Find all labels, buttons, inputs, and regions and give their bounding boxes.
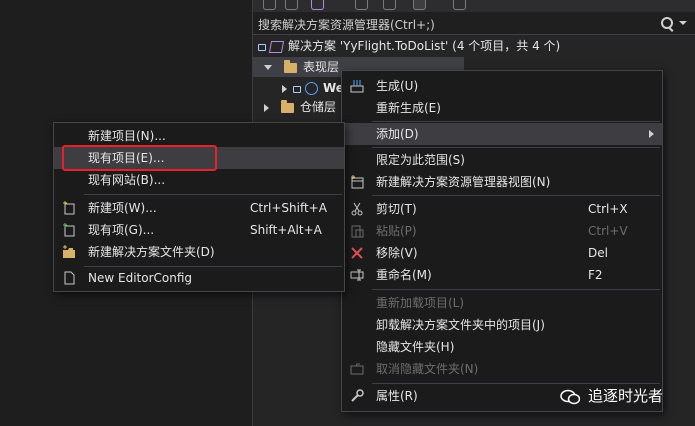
menu-item-unhide-folders[interactable]: 取消隐藏文件夹(N) <box>342 358 662 380</box>
watermark: 追逐时光者 <box>560 384 663 408</box>
menu-item-label: 新建解决方案资源管理器视图(N) <box>376 175 551 189</box>
search-input[interactable]: 搜索解决方案资源管理器(Ctrl+;) <box>258 16 435 33</box>
menu-item-unload-projects[interactable]: 卸载解决方案文件夹中的项目(J) <box>342 314 662 336</box>
menu-item-label: 新建项(W)... <box>88 201 157 215</box>
menu-item-cut[interactable]: 剪切(T) Ctrl+X <box>342 198 662 220</box>
solution-icon <box>268 40 285 53</box>
menu-item-rename[interactable]: 重命名(M) F2 <box>342 264 662 286</box>
folder-icon <box>281 99 294 113</box>
annotation-highlight-box <box>62 145 217 171</box>
submenu-item-new-editorconfig[interactable]: New EditorConfig <box>54 267 344 289</box>
new-folder-icon <box>63 245 75 258</box>
toolbar-show-all-icon[interactable] <box>413 0 426 10</box>
menu-item-rebuild[interactable]: 重新生成(E) <box>342 97 662 119</box>
menu-item-label: 重新生成(E) <box>376 101 441 115</box>
toolbar-properties-icon[interactable] <box>453 0 466 10</box>
expand-icon[interactable] <box>264 103 269 112</box>
scissors-icon <box>351 202 363 216</box>
menu-item-shortcut: Ctrl+X <box>588 202 628 216</box>
menu-separator <box>372 289 660 290</box>
submenu-item-existing-website[interactable]: 现有网站(B)... <box>54 169 344 191</box>
explorer-toolbar <box>253 0 695 12</box>
menu-separator <box>372 147 660 148</box>
rename-icon <box>350 269 364 281</box>
menu-item-label: 新建解决方案文件夹(D) <box>88 245 215 259</box>
paste-icon <box>351 225 364 238</box>
search-box[interactable]: 搜索解决方案资源管理器(Ctrl+;) <box>253 12 695 35</box>
menu-item-label: 现有项(G)... <box>88 223 155 237</box>
menu-item-label: 重新加载项目(L) <box>376 296 465 310</box>
menu-item-label: 属性(R) <box>376 389 418 403</box>
build-icon <box>350 80 364 93</box>
menu-item-label: 隐藏文件夹(H) <box>376 340 455 354</box>
menu-item-label: 添加(D) <box>376 127 419 141</box>
menu-item-hide-folder[interactable]: 隐藏文件夹(H) <box>342 336 662 358</box>
toolbar-back-icon[interactable] <box>263 0 276 10</box>
menu-item-label: New EditorConfig <box>88 271 193 285</box>
toolbar-pending-icon[interactable] <box>383 0 396 10</box>
menu-item-shortcut: Ctrl+Shift+A <box>250 201 327 215</box>
menu-item-label: 卸载解决方案文件夹中的项目(J) <box>376 318 545 332</box>
menu-item-label: 剪切(T) <box>376 202 417 216</box>
menu-item-shortcut: F2 <box>588 268 603 282</box>
menu-item-scope-to-this[interactable]: 限定为此范围(S) <box>342 149 662 171</box>
menu-item-label: 粘贴(P) <box>376 224 417 238</box>
menu-item-label: 生成(U) <box>376 79 419 93</box>
web-project-icon <box>305 82 318 95</box>
context-menu: 生成(U) 重新生成(E) 添加(D) 限定为此范围(S) 新建解决方案资源管理… <box>341 70 663 412</box>
chevron-down-icon[interactable] <box>679 21 687 25</box>
expand-icon[interactable] <box>264 65 272 70</box>
menu-item-new-explorer-view[interactable]: 新建解决方案资源管理器视图(N) <box>342 171 662 193</box>
menu-item-add[interactable]: 添加(D) <box>342 123 662 145</box>
submenu-item-new-solution-folder[interactable]: 新建解决方案文件夹(D) <box>54 241 344 263</box>
menu-item-label: 新建项目(N)... <box>88 129 166 143</box>
wrench-icon <box>351 389 364 402</box>
toolbar-forward-icon[interactable] <box>285 0 298 10</box>
tree-item-repository[interactable]: 仓储层 <box>264 97 336 117</box>
wechat-icon <box>560 389 580 404</box>
menu-item-reload-project[interactable]: 重新加载项目(L) <box>342 292 662 314</box>
new-item-icon <box>63 201 75 215</box>
solution-label: 解决方案 'YyFlight.ToDoList' (4 个项目，共 4 个) <box>288 39 561 53</box>
menu-item-build[interactable]: 生成(U) <box>342 75 662 97</box>
submenu-item-new-project[interactable]: 新建项目(N)... <box>54 125 344 147</box>
search-icon[interactable] <box>661 17 673 29</box>
menu-item-label: 取消隐藏文件夹(N) <box>376 362 479 376</box>
menu-item-shortcut: Ctrl+V <box>588 224 628 238</box>
menu-item-paste[interactable]: 粘贴(P) Ctrl+V <box>342 220 662 242</box>
tree-solution-node[interactable]: 解决方案 'YyFlight.ToDoList' (4 个项目，共 4 个) <box>258 36 560 56</box>
lock-icon <box>258 44 266 51</box>
tree-item-label: 仓储层 <box>300 100 337 114</box>
menu-item-shortcut: Shift+Alt+A <box>250 223 322 237</box>
close-icon <box>351 247 363 259</box>
file-icon <box>64 271 75 285</box>
tree-item-label: 表现层 <box>303 60 340 74</box>
menu-item-label: 限定为此范围(S) <box>376 153 465 167</box>
expand-icon[interactable] <box>282 84 287 93</box>
menu-item-label: 移除(V) <box>376 246 418 260</box>
submenu-item-new-item[interactable]: 新建项(W)... Ctrl+Shift+A <box>54 197 344 219</box>
toolbar-solution-icon[interactable] <box>311 0 324 10</box>
new-view-icon <box>351 175 364 189</box>
submenu-item-existing-item[interactable]: 现有项(G)... Shift+Alt+A <box>54 219 344 241</box>
menu-separator <box>372 121 660 122</box>
existing-item-icon <box>63 223 75 237</box>
submenu-arrow-icon <box>649 130 654 138</box>
menu-separator <box>372 195 660 196</box>
menu-separator <box>84 194 342 195</box>
unhide-folder-icon <box>350 363 364 375</box>
tree-item-web-project[interactable]: We <box>282 78 344 98</box>
watermark-text: 追逐时光者 <box>588 387 664 405</box>
menu-item-shortcut: Del <box>588 246 608 260</box>
folder-icon <box>284 59 297 73</box>
menu-item-remove[interactable]: 移除(V) Del <box>342 242 662 264</box>
menu-item-label: 重命名(M) <box>376 268 432 282</box>
toolbar-sync-icon[interactable] <box>355 0 368 10</box>
menu-item-label: 现有网站(B)... <box>88 173 166 187</box>
lock-icon <box>293 86 301 93</box>
